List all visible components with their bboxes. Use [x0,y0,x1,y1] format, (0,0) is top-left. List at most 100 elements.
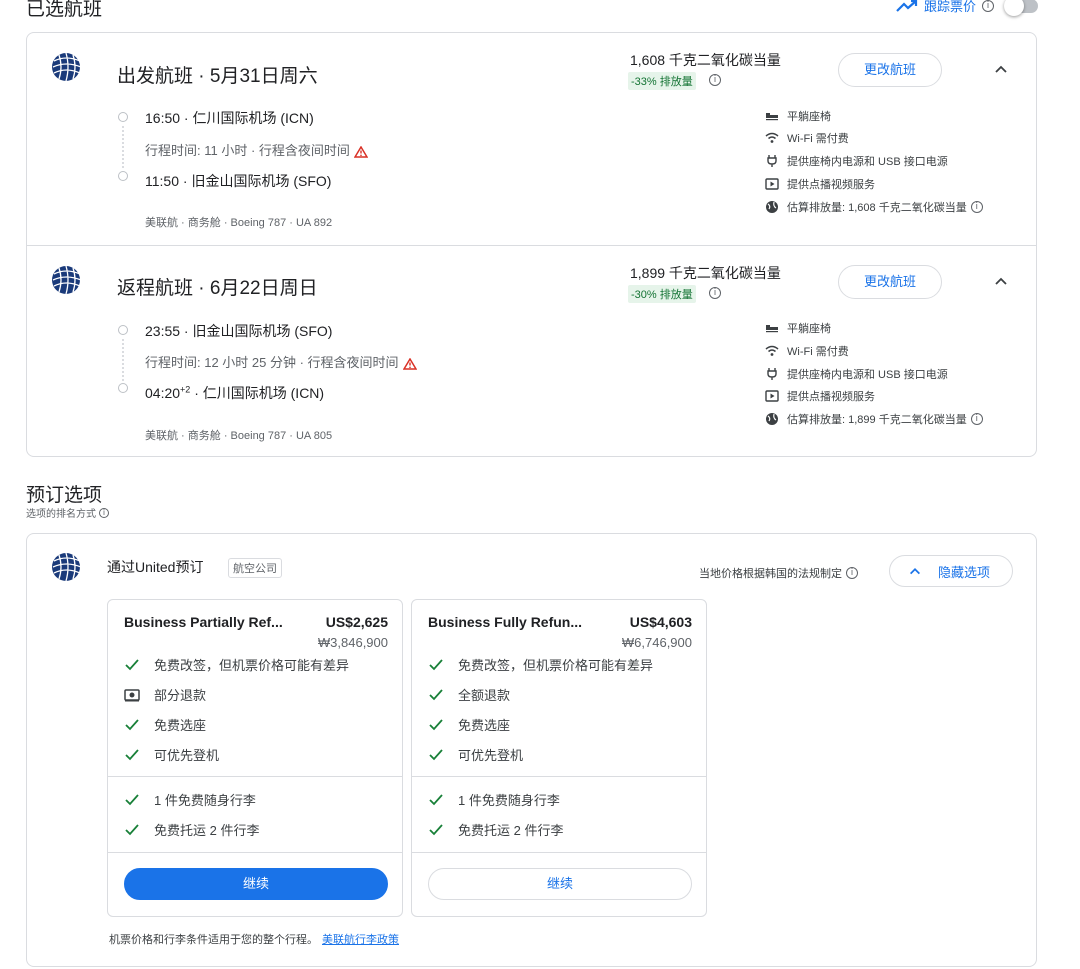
change-flight-button[interactable]: 更改航班 [838,53,942,87]
duration-text: 行程时间: 12 小时 25 分钟 · 行程含夜间时间 [145,355,399,370]
hide-options-button[interactable]: 隐藏选项 [889,555,1013,587]
amenity-wifi: Wi-Fi 需付费 [765,130,849,146]
chevron-up-icon[interactable] [993,61,1009,77]
arrive-time: 04:20 [145,385,181,401]
footer-note: 机票价格和行李条件适用于您的整个行程。 美联航行李政策 [109,931,399,947]
booking-card: 通过United预订 航空公司 当地价格根据韩国的法规制定 i 隐藏选项 Busi… [26,533,1037,967]
fare-feature: 可优先登机 [428,745,523,764]
amenity-label: 平躺座椅 [787,323,831,335]
fare-option: Business Fully Refun... US$4,603 ₩6,746,… [411,599,707,917]
info-icon[interactable]: i [982,0,994,12]
track-prices-toggle[interactable] [1004,0,1038,16]
price-law-note: 当地价格根据韩国的法规制定 i [699,565,858,581]
depart-info: 16:50 · 仁川国际机场 (ICN) [145,110,314,126]
arrive-dot [118,171,128,181]
feature-label: 免费选座 [154,718,207,733]
co2-emissions: 1,608 千克二氧化碳当量 [630,52,781,68]
page-title: 已选航班 [26,0,103,20]
amenity-label: 平躺座椅 [787,111,831,123]
globe-icon [766,201,778,213]
continue-button[interactable]: 继续 [124,868,388,900]
baggage-feature: 免费托运 2 件行李 [124,820,259,839]
check-icon [125,823,139,835]
fare-name: Business Partially Ref... [124,614,283,630]
toggle-knob[interactable] [1004,0,1024,16]
check-icon [125,793,139,805]
info-icon[interactable]: i [99,507,109,518]
fare-feature: 免费选座 [124,715,206,734]
divider [27,245,1036,246]
wifi-icon [765,132,779,143]
amenity-video: 提供点播视频服务 [765,176,875,192]
hide-options-label[interactable]: 隐藏选项 [938,562,990,581]
track-prices-label[interactable]: 跟踪票价 [924,0,976,15]
feature-label: 免费改签，但机票价格可能有差异 [458,658,654,673]
divider [412,776,706,777]
power-plug-icon [767,368,777,380]
seat-icon [766,325,778,333]
info-icon[interactable]: i [709,74,721,86]
price-law-label: 当地价格根据韩国的法规制定 [699,568,842,580]
baggage-label: 免费托运 2 件行李 [458,823,564,838]
day-offset: +2 [180,384,191,395]
divider [412,852,706,853]
amenity-power: 提供座椅内电源和 USB 接口电源 [765,153,948,169]
video-icon [765,390,779,402]
baggage-label: 1 件免费随身行李 [154,793,256,808]
divider [108,776,402,777]
amenity-seat: 平躺座椅 [765,320,831,336]
airline-tag: 航空公司 [228,558,282,578]
amenity-label: 提供座椅内电源和 USB 接口电源 [787,369,948,381]
amenity-label: 提供点播视频服务 [787,391,875,403]
co2-badge: -30% 排放量 [628,285,696,303]
flight-meta: 美联航 · 商务舱 · Boeing 787 · UA 805 [145,430,333,442]
route-line [122,339,124,381]
book-via-label: 通过United预订 [107,559,204,575]
check-icon [429,658,443,670]
baggage-policy-link[interactable]: 美联航行李政策 [322,934,399,946]
united-logo-icon [52,52,82,82]
amenity-seat: 平躺座椅 [765,108,831,124]
info-icon[interactable]: i [970,201,983,213]
divider [108,852,402,853]
check-icon [125,718,139,730]
route-line [122,126,124,168]
amenity-label: Wi-Fi 需付费 [787,133,849,145]
fare-price: US$4,603 [629,614,692,630]
amenity-emissions: 估算排放量: 1,899 千克二氧化碳当量 i [765,411,983,427]
info-icon[interactable]: i [846,567,858,579]
ranking-label[interactable]: 选项的排名方式 [26,505,96,520]
arrive-info: 04:20+2 · 仁川国际机场 (ICN) [145,383,324,403]
chevron-up-icon[interactable] [993,273,1009,289]
feature-label: 部分退款 [154,688,207,703]
united-logo-icon [52,552,82,582]
feature-label: 免费改签，但机票价格可能有差异 [154,658,350,673]
baggage-label: 免费托运 2 件行李 [154,823,260,838]
info-icon[interactable]: i [970,413,983,425]
check-icon [125,748,139,760]
ranking-explanation[interactable]: 选项的排名方式 i [26,505,109,520]
change-flight-button[interactable]: 更改航班 [838,265,942,299]
check-icon [429,823,443,835]
feature-label: 免费选座 [458,718,511,733]
fare-price-krw: ₩3,846,900 [317,635,388,650]
feature-label: 可优先登机 [154,748,220,763]
amenity-emissions: 估算排放量: 1,608 千克二氧化碳当量 i [765,199,983,215]
feature-label: 全额退款 [458,688,511,703]
fare-feature: 免费改签，但机票价格可能有差异 [428,655,653,674]
depart-dot [118,112,128,122]
duration-info: 行程时间: 11 小时 · 行程含夜间时间 [145,140,368,159]
arrive-airport: · 旧金山国际机场 (SFO) [179,173,332,189]
fare-option: Business Partially Ref... US$2,625 ₩3,84… [107,599,403,917]
globe-icon [766,413,778,425]
track-prices[interactable]: 跟踪票价 i [896,0,1038,16]
check-icon [429,793,443,805]
amenity-label: 提供座椅内电源和 USB 接口电源 [787,156,948,168]
co2-badge: -33% 排放量 [628,72,696,90]
fare-name: Business Fully Refun... [428,614,583,630]
info-icon[interactable]: i [709,287,721,299]
arrive-dot [118,383,128,393]
footer-note-text: 机票价格和行李条件适用于您的整个行程。 [109,934,318,946]
power-plug-icon [767,155,777,167]
continue-button[interactable]: 继续 [428,868,692,900]
